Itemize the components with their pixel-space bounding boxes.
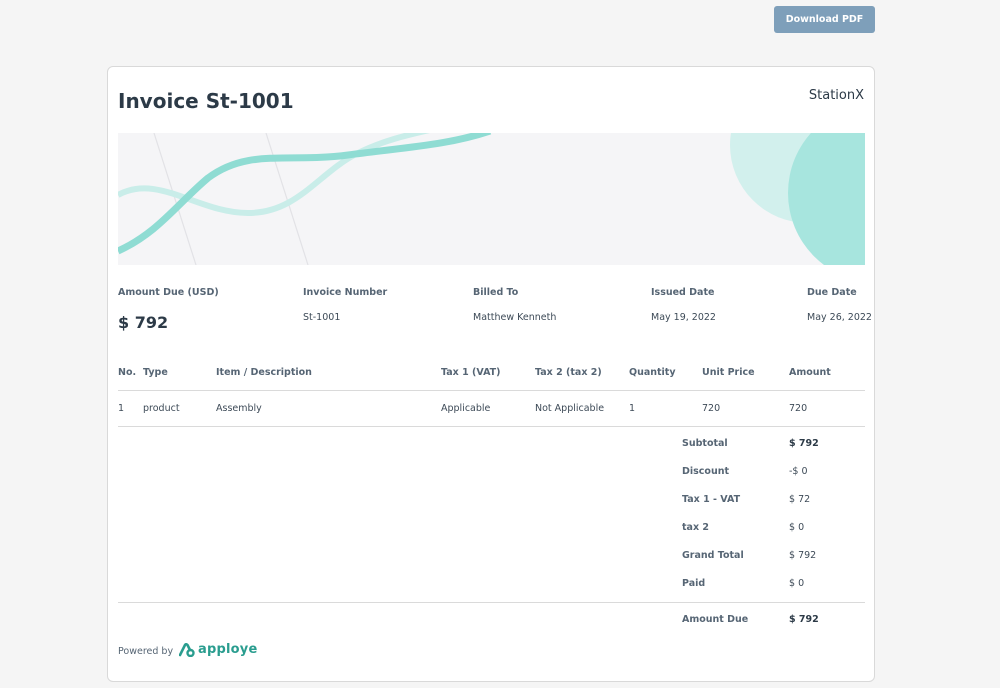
grand-total-value: $ 792 — [789, 550, 817, 561]
invoice-number-value: St-1001 — [303, 312, 341, 323]
discount-value: -$ 0 — [789, 466, 808, 477]
cell-unit-price: 720 — [702, 403, 721, 414]
discount-label: Discount — [682, 466, 730, 477]
summary-amount-due-label: Amount Due — [682, 614, 749, 625]
invoice-title: Invoice St-1001 — [118, 89, 294, 113]
grand-total-label: Grand Total — [682, 550, 744, 561]
issued-date-value: May 19, 2022 — [651, 312, 716, 323]
download-pdf-button[interactable]: Download PDF — [774, 6, 875, 33]
summary-divider — [118, 602, 865, 603]
company-name: StationX — [808, 88, 864, 103]
col-header-type: Type — [143, 367, 168, 378]
table-header-divider — [118, 390, 865, 391]
powered-by-label: Powered by — [118, 646, 174, 657]
summary-amount-due-value: $ 792 — [789, 614, 819, 625]
col-header-no: No. — [118, 367, 137, 378]
col-header-item: Item / Description — [216, 367, 312, 378]
subtotal-label: Subtotal — [682, 438, 728, 449]
apploye-logo-icon — [179, 642, 195, 657]
due-date-label: Due Date — [807, 287, 857, 298]
tax2-value: $ 0 — [789, 522, 805, 533]
invoice-card: Invoice St-1001 StationX Amount Due (USD… — [107, 66, 875, 682]
apploye-logo[interactable]: apploye — [179, 642, 257, 657]
amount-due-label: Amount Due (USD) — [118, 287, 219, 298]
billed-to-label: Billed To — [473, 287, 519, 298]
issued-date-label: Issued Date — [651, 287, 715, 298]
invoice-number-label: Invoice Number — [303, 287, 388, 298]
cell-tax2: Not Applicable — [535, 403, 605, 414]
subtotal-value: $ 792 — [789, 438, 819, 449]
banner-decoration — [118, 133, 865, 265]
billed-to-value: Matthew Kenneth — [473, 312, 557, 323]
cell-quantity: 1 — [629, 403, 636, 414]
cell-amount: 720 — [789, 403, 808, 414]
due-date-value: May 26, 2022 — [807, 312, 872, 323]
cell-item: Assembly — [216, 403, 262, 414]
col-header-amount: Amount — [789, 367, 831, 378]
amount-due-value: $ 792 — [118, 313, 169, 332]
cell-type: product — [143, 403, 180, 414]
table-row-divider — [118, 426, 865, 427]
tax1-label: Tax 1 - VAT — [682, 494, 741, 505]
col-header-tax1: Tax 1 (VAT) — [441, 367, 501, 378]
cell-tax1: Applicable — [441, 403, 491, 414]
col-header-unit-price: Unit Price — [702, 367, 755, 378]
cell-no: 1 — [118, 403, 125, 414]
tax2-label: tax 2 — [682, 522, 709, 533]
paid-value: $ 0 — [789, 578, 805, 589]
col-header-quantity: Quantity — [629, 367, 676, 378]
paid-label: Paid — [682, 578, 706, 589]
apploye-logo-text: apploye — [198, 642, 258, 657]
invoice-banner — [118, 133, 865, 265]
tax1-value: $ 72 — [789, 494, 811, 505]
col-header-tax2: Tax 2 (tax 2) — [535, 367, 602, 378]
